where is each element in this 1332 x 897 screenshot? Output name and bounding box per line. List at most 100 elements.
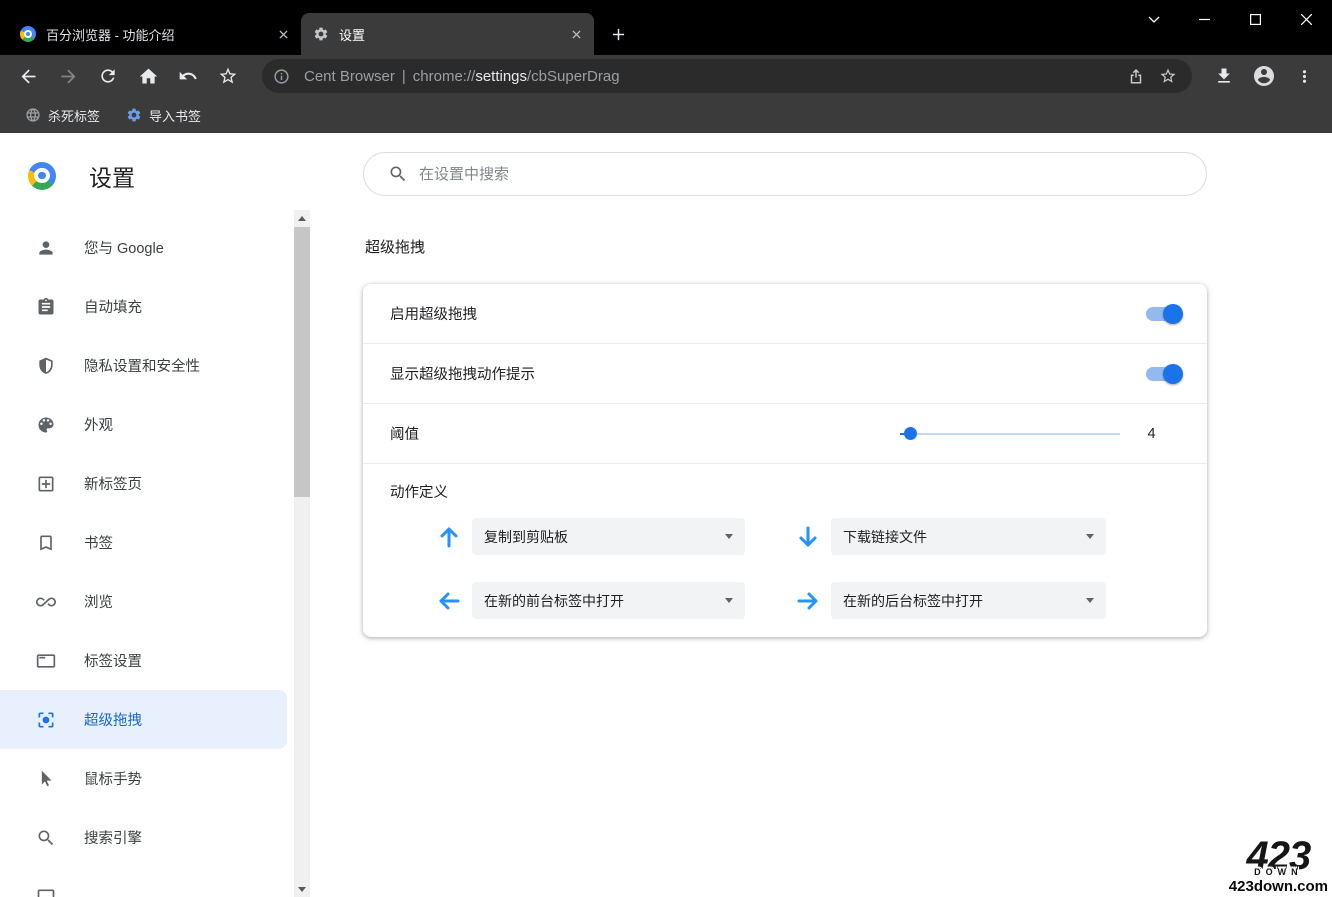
sidebar-item-label: 浏览 <box>84 591 113 612</box>
reload-button[interactable] <box>88 56 128 96</box>
sidebar-item-mouse-gestures[interactable]: 鼠标手势 <box>0 749 287 808</box>
star-outline-icon <box>1159 67 1177 85</box>
drag-down-arrow-icon <box>795 524 821 550</box>
setting-label: 阈值 <box>390 423 900 444</box>
person-icon <box>36 238 56 258</box>
sidebar-item-autofill[interactable]: 自动填充 <box>0 277 287 336</box>
downloads-button[interactable] <box>1204 56 1244 96</box>
sidebar-item-label: 书签 <box>84 532 113 553</box>
browse-icon <box>36 592 56 612</box>
browser-menu-button[interactable] <box>1284 56 1324 96</box>
drag-left-arrow-icon <box>436 588 462 614</box>
close-tab-button[interactable] <box>567 25 585 43</box>
enable-super-drag-toggle[interactable] <box>1146 307 1180 321</box>
browser-toolbar: Cent Browser|chrome://settings/cbSuperDr… <box>0 55 1332 97</box>
tab-cent-browser-intro[interactable]: 百分浏览器 - 功能介绍 <box>8 13 301 55</box>
slider-knob[interactable] <box>904 427 917 440</box>
show-drag-hint-toggle[interactable] <box>1146 367 1180 381</box>
sidebar-item-partial[interactable] <box>0 867 287 897</box>
autofill-icon <box>36 297 56 317</box>
more-vertical-icon <box>1295 67 1314 86</box>
sidebar-item-appearance[interactable]: 外观 <box>0 395 287 454</box>
settings-search-box[interactable] <box>363 152 1207 196</box>
maximize-button[interactable] <box>1230 0 1281 38</box>
settings-sidebar: 设置 您与 Google 自动填充 隐私设置和安全性 外观 新标签页 <box>0 133 311 897</box>
share-button[interactable] <box>1120 60 1152 92</box>
forward-button[interactable] <box>48 56 88 96</box>
sidebar-item-you-and-google[interactable]: 您与 Google <box>0 218 287 277</box>
sidebar-item-bookmarks[interactable]: 书签 <box>0 513 287 572</box>
drag-up-action-select[interactable]: 复制到剪贴板 <box>472 518 745 555</box>
select-value: 下载链接文件 <box>843 527 927 547</box>
minimize-button[interactable] <box>1179 0 1230 38</box>
threshold-slider[interactable] <box>900 426 1120 442</box>
tab-settings[interactable]: 设置 <box>301 13 594 55</box>
tab-settings-icon <box>36 651 56 671</box>
restore-tab-button[interactable] <box>168 56 208 96</box>
bookmark-icon <box>36 533 56 553</box>
undo-icon <box>178 66 198 86</box>
back-button[interactable] <box>8 56 48 96</box>
drag-right-arrow-icon <box>795 588 821 614</box>
palette-icon <box>36 415 56 435</box>
window-controls <box>1128 0 1332 38</box>
home-button[interactable] <box>128 56 168 96</box>
sidebar-item-new-tab-page[interactable]: 新标签页 <box>0 454 287 513</box>
tab-title: 设置 <box>339 25 567 44</box>
action-definitions-title: 动作定义 <box>390 478 1183 504</box>
close-icon <box>279 30 288 39</box>
address-bar[interactable]: Cent Browser|chrome://settings/cbSuperDr… <box>262 59 1192 93</box>
select-value: 在新的前台标签中打开 <box>484 591 624 611</box>
chevron-down-icon <box>1148 16 1160 23</box>
page-info-button[interactable] <box>266 61 296 91</box>
close-tab-button[interactable] <box>274 25 292 43</box>
bookmark-item-kill-tab[interactable]: 杀死标签 <box>16 102 109 128</box>
title-bar: 百分浏览器 - 功能介绍 设置 <box>0 0 1332 55</box>
sidebar-item-tab-settings[interactable]: 标签设置 <box>0 631 287 690</box>
super-drag-settings-card: 启用超级拖拽 显示超级拖拽动作提示 阈值 4 动作定义 <box>363 284 1207 637</box>
drag-right-action-select[interactable]: 在新的后台标签中打开 <box>831 582 1106 619</box>
new-tab-button[interactable] <box>604 20 632 48</box>
scroll-up-button[interactable] <box>294 210 310 226</box>
bookmark-page-button[interactable] <box>1152 60 1184 92</box>
close-icon <box>572 30 581 39</box>
bookmark-item-import-bookmarks[interactable]: 导入书签 <box>117 102 210 128</box>
monitor-icon <box>36 887 56 897</box>
setting-label: 显示超级拖拽动作提示 <box>390 363 1146 384</box>
tab-search-button[interactable] <box>1128 0 1179 38</box>
watermark: 423 DOWN 423down.com <box>1229 840 1328 895</box>
profile-button[interactable] <box>1244 56 1284 96</box>
url-text: Cent Browser|chrome://settings/cbSuperDr… <box>304 68 1120 85</box>
section-title: 超级拖拽 <box>365 236 1332 257</box>
collect-button[interactable] <box>208 56 248 96</box>
sidebar-item-browsing[interactable]: 浏览 <box>0 572 287 631</box>
drag-left-action-select[interactable]: 在新的前台标签中打开 <box>472 582 745 619</box>
minimize-icon <box>1199 14 1210 25</box>
gear-icon <box>313 26 329 42</box>
settings-search-input[interactable] <box>419 166 1190 183</box>
close-window-button[interactable] <box>1281 0 1332 38</box>
setting-row-enable-super-drag: 启用超级拖拽 <box>363 284 1207 344</box>
sidebar-scrollbar[interactable] <box>294 210 310 897</box>
share-icon <box>1127 67 1145 85</box>
chevron-down-icon <box>725 534 733 539</box>
sidebar-item-search-engine[interactable]: 搜索引擎 <box>0 808 287 867</box>
settings-title: 设置 <box>89 159 135 193</box>
sidebar-item-super-drag[interactable]: 超级拖拽 <box>0 690 287 749</box>
sidebar-item-privacy-security[interactable]: 隐私设置和安全性 <box>0 336 287 395</box>
select-value: 在新的后台标签中打开 <box>843 591 983 611</box>
avatar-icon <box>1252 64 1276 88</box>
chevron-down-icon <box>1086 534 1094 539</box>
sidebar-item-label: 自动填充 <box>84 296 142 317</box>
sidebar-item-label: 新标签页 <box>84 473 142 494</box>
watermark-site: 423down.com <box>1229 878 1328 895</box>
settings-page: 设置 您与 Google 自动填充 隐私设置和安全性 外观 新标签页 <box>0 133 1332 897</box>
sidebar-item-label: 隐私设置和安全性 <box>84 355 200 376</box>
mouse-gesture-icon <box>36 769 56 789</box>
search-engine-icon <box>36 828 56 848</box>
scroll-down-button[interactable] <box>294 881 310 897</box>
scrollbar-thumb[interactable] <box>294 227 310 497</box>
close-icon <box>1301 14 1312 25</box>
arrow-back-icon <box>18 66 39 87</box>
drag-down-action-select[interactable]: 下载链接文件 <box>831 518 1106 555</box>
